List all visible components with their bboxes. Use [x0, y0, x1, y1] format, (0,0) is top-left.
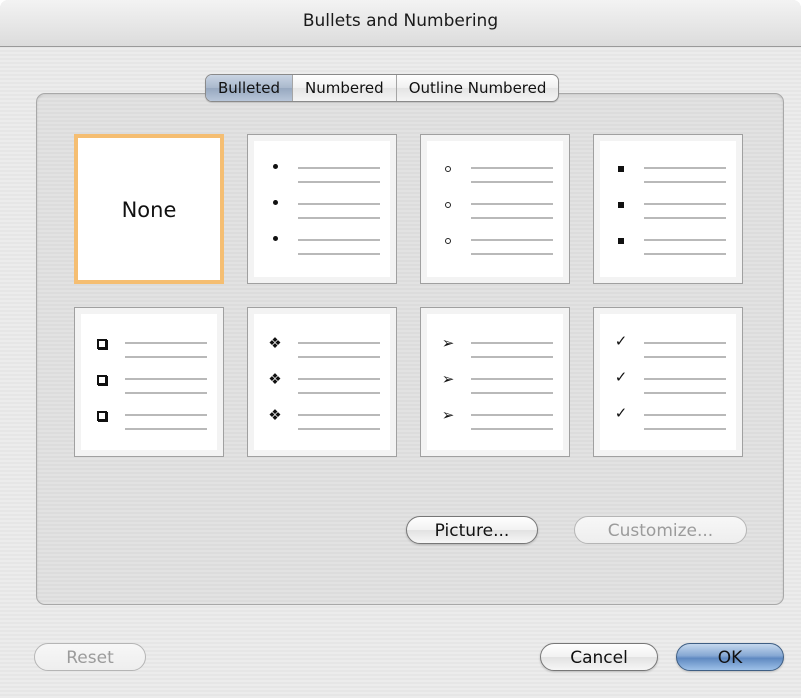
hollow-square-icon [89, 334, 115, 352]
hollow-square-icon [89, 406, 115, 424]
filled-square-icon [608, 195, 634, 213]
tab-numbered[interactable]: Numbered [292, 75, 396, 101]
tab-bar: Bulleted Numbered Outline Numbered [205, 74, 560, 102]
tile-preview: ❖ ❖ ❖ [254, 314, 390, 450]
four-diamonds-icon: ❖ [268, 334, 282, 352]
hollow-circle-icon [435, 195, 461, 213]
reset-button[interactable]: Reset [34, 643, 146, 671]
filled-square-icon [608, 231, 634, 249]
bullet-style-checkmark[interactable]: ✓ ✓ ✓ [593, 307, 743, 457]
tile-preview: ➢ ➢ ➢ [427, 314, 563, 450]
tile-preview: None [80, 140, 218, 278]
ok-button[interactable]: OK [676, 643, 784, 671]
four-diamonds-icon: ❖ [268, 406, 282, 424]
customize-button[interactable]: Customize... [574, 516, 747, 544]
tile-preview: ✓ ✓ ✓ [600, 314, 736, 450]
bullet-style-hollow-square[interactable] [74, 307, 224, 457]
hollow-circle-icon [435, 159, 461, 177]
bullet-style-filled-dot[interactable] [247, 134, 397, 284]
filled-dot-icon [262, 229, 288, 247]
dialog-title: Bullets and Numbering [302, 11, 499, 31]
hollow-circle-icon [435, 231, 461, 249]
tile-preview [600, 141, 736, 277]
hollow-square-icon [89, 370, 115, 388]
arrowhead-icon: ➢ [441, 406, 455, 424]
tile-preview [427, 141, 563, 277]
cancel-button[interactable]: Cancel [540, 643, 658, 671]
checkmark-icon: ✓ [614, 368, 628, 386]
tile-preview [81, 314, 217, 450]
checkmark-icon: ✓ [614, 404, 628, 422]
tab-bulleted[interactable]: Bulleted [206, 75, 292, 101]
tab-outline-numbered[interactable]: Outline Numbered [395, 75, 559, 101]
four-diamonds-icon: ❖ [268, 370, 282, 388]
arrowhead-icon: ➢ [441, 334, 455, 352]
picture-button[interactable]: Picture... [406, 516, 538, 544]
checkmark-icon: ✓ [614, 332, 628, 350]
bullet-style-arrowhead[interactable]: ➢ ➢ ➢ [420, 307, 570, 457]
bullet-style-none[interactable]: None [74, 134, 224, 284]
filled-square-icon [608, 159, 634, 177]
arrowhead-icon: ➢ [441, 370, 455, 388]
none-label: None [121, 198, 177, 222]
tile-preview [254, 141, 390, 277]
title-bar[interactable]: Bullets and Numbering [0, 0, 801, 47]
bullet-style-four-diamonds[interactable]: ❖ ❖ ❖ [247, 307, 397, 457]
filled-dot-icon [262, 157, 288, 175]
bullet-style-hollow-circle[interactable] [420, 134, 570, 284]
filled-dot-icon [262, 193, 288, 211]
bullets-and-numbering-dialog: Bullets and Numbering Bulleted Numbered … [0, 0, 801, 698]
bullet-style-filled-square[interactable] [593, 134, 743, 284]
